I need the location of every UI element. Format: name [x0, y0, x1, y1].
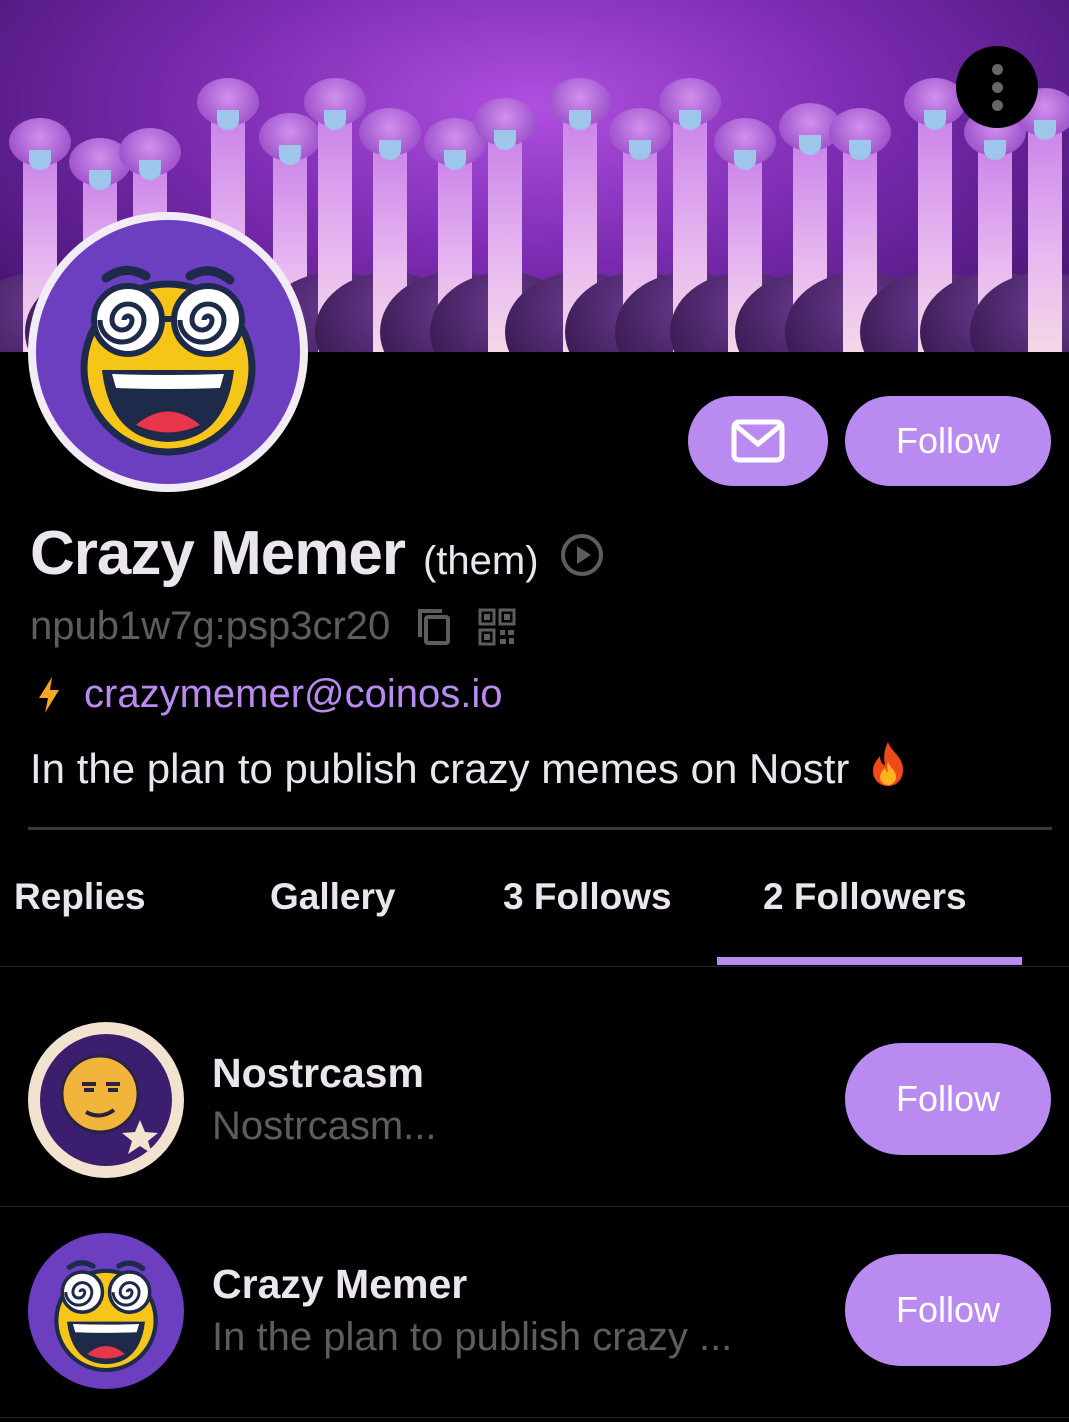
tab-followers[interactable]: 2 Followers	[763, 876, 967, 918]
follower-avatar[interactable]	[28, 1233, 184, 1389]
follower-avatar[interactable]	[28, 1022, 184, 1178]
tab-replies[interactable]: Replies	[14, 876, 146, 918]
list-item[interactable]: Nostrcasm Nostrcasm... Follow	[0, 996, 1069, 1207]
crazy-face-avatar-image	[80, 266, 256, 456]
qr-code-icon[interactable]	[478, 608, 516, 646]
more-vertical-icon	[991, 63, 1003, 75]
follower-subtitle: Nostrcasm...	[212, 1104, 437, 1148]
copy-icon[interactable]	[416, 607, 452, 647]
tab-follows[interactable]: 3 Follows	[503, 876, 672, 918]
npub-row: npub1w7g:psp3cr20	[30, 604, 516, 649]
profile-name: Crazy Memer	[30, 519, 406, 588]
follow-button[interactable]: Follow	[845, 396, 1051, 486]
lightning-icon	[39, 676, 59, 713]
follower-name[interactable]: Nostrcasm	[212, 1050, 424, 1097]
play-circle-icon[interactable]	[559, 532, 605, 578]
nostrcasm-avatar-image	[40, 1034, 172, 1166]
section-divider	[28, 827, 1052, 830]
follower-name[interactable]: Crazy Memer	[212, 1261, 467, 1308]
crazy-face-avatar-image	[54, 1260, 158, 1373]
follower-subtitle: In the plan to publish crazy ...	[212, 1315, 733, 1359]
lightning-address[interactable]: crazymemer@coinos.io	[84, 672, 503, 717]
more-options-button[interactable]	[956, 46, 1038, 128]
fire-emoji-icon	[865, 740, 911, 798]
ostrich-figure	[970, 88, 1069, 352]
profile-name-row: Crazy Memer (them)	[30, 518, 605, 589]
tab-gallery[interactable]: Gallery	[270, 876, 395, 918]
npub-text: npub1w7g:psp3cr20	[30, 604, 391, 648]
lightning-address-row[interactable]: crazymemer@coinos.io	[36, 672, 503, 717]
list-item[interactable]: Crazy Memer In the plan to publish crazy…	[0, 1207, 1069, 1418]
profile-bio: In the plan to publish crazy memes on No…	[30, 740, 911, 798]
mail-icon	[731, 419, 785, 463]
active-tab-indicator	[717, 957, 1022, 965]
bio-text: In the plan to publish crazy memes on No…	[30, 745, 850, 792]
message-button[interactable]	[688, 396, 828, 486]
profile-avatar[interactable]	[28, 212, 308, 492]
follower-follow-button[interactable]: Follow	[845, 1043, 1051, 1155]
profile-tabs: Replies Gallery 3 Follows 2 Followers	[0, 858, 1069, 967]
profile-pronoun: (them)	[422, 539, 539, 583]
follower-follow-button[interactable]: Follow	[845, 1254, 1051, 1366]
